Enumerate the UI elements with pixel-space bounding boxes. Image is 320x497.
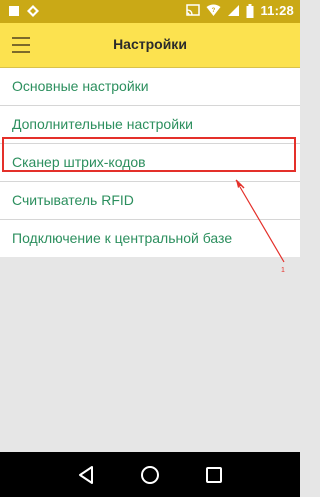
settings-item-general[interactable]: Основные настройки bbox=[0, 68, 300, 106]
signal-icon bbox=[228, 5, 240, 16]
cast-icon bbox=[186, 4, 201, 16]
settings-item-label: Считыватель RFID bbox=[12, 192, 134, 208]
wifi-icon: ? bbox=[206, 4, 221, 16]
status-bar-right: ? 11:28 bbox=[186, 3, 294, 18]
home-icon[interactable] bbox=[139, 464, 161, 486]
annotation-label: 1 bbox=[281, 267, 285, 274]
settings-list: Основные настройки Дополнительные настро… bbox=[0, 68, 300, 257]
settings-item-central-db[interactable]: Подключение к центральной базе bbox=[0, 220, 300, 257]
page-title: Настройки bbox=[113, 36, 187, 52]
app-bar: Настройки bbox=[0, 23, 300, 68]
settings-item-rfid-reader[interactable]: Считыватель RFID bbox=[0, 182, 300, 220]
settings-item-label: Дополнительные настройки bbox=[12, 116, 193, 132]
settings-item-label: Подключение к центральной базе bbox=[12, 230, 233, 246]
settings-item-label: Основные настройки bbox=[12, 78, 149, 94]
battery-icon bbox=[246, 3, 254, 18]
back-icon[interactable] bbox=[76, 464, 98, 486]
notification-square-icon bbox=[9, 6, 19, 16]
recents-icon[interactable] bbox=[203, 464, 225, 486]
svg-text:?: ? bbox=[212, 8, 216, 14]
settings-item-label: Сканер штрих-кодов bbox=[12, 154, 146, 170]
status-bar-left bbox=[8, 4, 40, 18]
settings-item-additional[interactable]: Дополнительные настройки bbox=[0, 106, 300, 144]
status-bar: ? 11:28 bbox=[0, 0, 300, 23]
navigation-bar bbox=[0, 452, 300, 497]
diamond-app-icon bbox=[27, 5, 39, 17]
status-time: 11:28 bbox=[260, 3, 294, 18]
settings-item-barcode-scanner[interactable]: Сканер штрих-кодов bbox=[0, 144, 300, 182]
